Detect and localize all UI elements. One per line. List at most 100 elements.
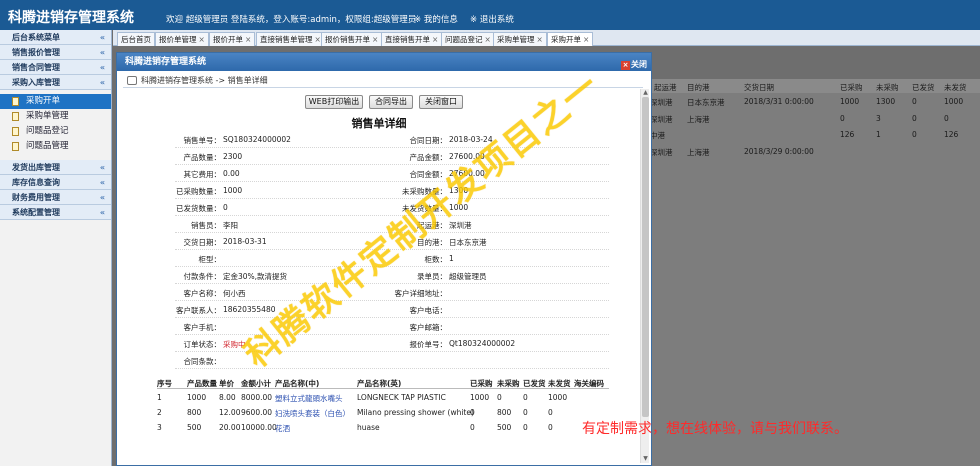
sidebar-section-backend[interactable]: 后台系统菜单 « — [0, 30, 111, 45]
table-cell: 8000.00 — [241, 393, 273, 402]
shipped-label: 已发货数量： — [176, 204, 221, 213]
table-cell: 10000.00 — [241, 423, 277, 432]
table-header-cell: 已发货 — [523, 379, 546, 388]
tab-quote-create[interactable]: 报价开单 × — [209, 32, 256, 46]
contract-export-button[interactable]: 合同导出 — [369, 95, 413, 109]
table-cell: 3 — [157, 423, 162, 432]
close-icon[interactable]: × — [485, 35, 491, 44]
table-header-cell: 起运港 — [654, 83, 677, 92]
close-window-button[interactable]: 关闭窗口 — [419, 95, 463, 109]
scroll-thumb[interactable] — [642, 97, 649, 417]
welcome-text: 欢迎 超级管理员 登陆系统，登入账号:admin，权限组:超级管理员 — [166, 15, 417, 25]
row-divider — [175, 181, 609, 182]
delivery-value: 2018-03-31 — [223, 237, 267, 246]
sidebar-item-purchase-manage[interactable]: 采购单管理 — [0, 109, 111, 124]
tab-quote-manage[interactable]: 报价单管理 × — [155, 32, 209, 46]
to-port-value: 日本东京港 — [449, 238, 487, 247]
sidebar-section-system[interactable]: 系统配置管理 « — [0, 205, 111, 220]
table-cell: 1000 — [470, 393, 490, 402]
sidebar-section-quote[interactable]: 销售报价管理 « — [0, 45, 111, 60]
order-no-label: 销售单号： — [183, 136, 222, 145]
table-header-cell: 产品数量 — [187, 379, 217, 388]
contract-date-label: 合同日期： — [409, 136, 448, 145]
mobile-label: 客户手机： — [183, 323, 222, 332]
tab-home[interactable]: 后台首页 — [117, 32, 155, 46]
container-type-label: 柜型： — [198, 255, 222, 264]
customer-address-label: 客户详细地址： — [394, 289, 448, 298]
modal-title: 科腾进销存管理系统 — [125, 57, 207, 67]
table-cell: 1000 — [187, 393, 207, 402]
modal-close-button[interactable]: × 关闭 — [621, 56, 647, 74]
qty-value: 2300 — [223, 152, 243, 161]
tab-purchase-create[interactable]: 采购开单 × — [547, 32, 594, 46]
tab-quote-sales-create[interactable]: 报价销售开单 × — [321, 32, 383, 46]
sidebar-section-shipping[interactable]: 发货出库管理 « — [0, 160, 111, 175]
sales-value: 李阳 — [223, 221, 238, 230]
contact-label: 客户联系人： — [176, 306, 221, 315]
web-print-button[interactable]: WEB打印输出 — [305, 95, 363, 109]
sidebar-section-purchase[interactable]: 采购入库管理 « — [0, 75, 111, 90]
order-no-value: SQ180324000002 — [223, 135, 291, 144]
purchased-label: 已采购数量： — [176, 187, 221, 196]
table-cell: 0 — [523, 393, 528, 402]
table-header-cell: 目的港 — [687, 83, 710, 92]
close-icon[interactable]: × — [245, 35, 251, 44]
phone-label: 客户电话： — [409, 306, 448, 315]
tab-direct-sales-create[interactable]: 直接销售开单 × — [381, 32, 443, 46]
table-cell: 3 — [876, 114, 881, 123]
scroll-up-icon[interactable]: ▲ — [641, 89, 650, 97]
document-icon — [12, 97, 19, 106]
chevron-left-icon: « — [99, 33, 105, 42]
logout-link[interactable]: ※ 退出系统 — [470, 13, 514, 25]
table-header-cell: 未采购 — [497, 379, 520, 388]
row-divider — [175, 283, 609, 284]
sidebar-section-finance[interactable]: 财务费用管理 « — [0, 190, 111, 205]
table-cell: huase — [357, 423, 380, 432]
table-row: 3 500 20.00 10000.00 花洒 huase 0 500 0 0 — [157, 421, 609, 434]
detail-table-header: 序号 产品数量 单价 金额小计 产品名称(中) 产品名称(英) 已采购 未采购 … — [157, 376, 609, 389]
close-icon[interactable]: × — [315, 35, 321, 44]
sidebar-section-inventory[interactable]: 库存信息查询 « — [0, 175, 111, 190]
modal-scrollbar[interactable]: ▲ ▼ — [640, 89, 649, 463]
tab-issue-register[interactable]: 问题品登记 × — [441, 32, 495, 46]
qty-label: 产品数量： — [183, 153, 222, 162]
table-cell: 126 — [944, 130, 959, 139]
other-fee-label: 其它费用： — [183, 170, 222, 179]
sidebar-section-contract[interactable]: 销售合同管理 « — [0, 60, 111, 75]
table-cell: 0 — [470, 423, 475, 432]
sidebar-item-issue-manage[interactable]: 问题品管理 — [0, 139, 111, 154]
product-link[interactable]: 塑料立式龍頭水嘴头 — [275, 393, 343, 404]
scroll-down-icon[interactable]: ▼ — [641, 455, 650, 463]
tab-bar: 后台首页 报价单管理 × 报价开单 × 直接销售单管理 × 报价销售开单 × 直接销售开… — [113, 30, 980, 46]
terms-label: 合同条款： — [183, 357, 222, 366]
product-link[interactable]: 妇洗喷头套装（白色） — [275, 408, 350, 419]
chevron-left-icon: « — [99, 63, 105, 72]
close-icon[interactable]: × — [372, 35, 378, 44]
document-icon — [12, 127, 19, 136]
tab-direct-sales-manage[interactable]: 直接销售单管理 × — [256, 32, 325, 46]
table-cell: 0 — [944, 114, 949, 123]
table-cell: 800 — [497, 408, 512, 417]
close-icon[interactable]: × — [432, 35, 438, 44]
purchased-value: 1000 — [223, 186, 243, 195]
table-header-cell: 海关编码 — [574, 379, 604, 388]
row-divider — [175, 351, 609, 352]
folder-icon — [127, 76, 137, 85]
close-icon[interactable]: × — [537, 35, 543, 44]
product-link[interactable]: 花洒 — [275, 423, 290, 434]
status-label: 订单状态： — [183, 340, 222, 349]
tab-purchase-manage[interactable]: 采购单管理 × — [493, 32, 547, 46]
table-cell: 126 — [840, 130, 855, 139]
document-icon — [12, 112, 19, 121]
my-info-link[interactable]: ※ 我的信息 — [414, 13, 458, 25]
sidebar-item-purchase-order[interactable]: 采购开单 — [0, 94, 111, 109]
sidebar-item-issue-register[interactable]: 问题品登记 — [0, 124, 111, 139]
entry-value: 超级管理员 — [449, 272, 487, 281]
close-icon[interactable]: × — [583, 35, 589, 44]
table-cell: 0 — [548, 408, 553, 417]
table-header-cell: 产品名称(中) — [275, 379, 320, 388]
close-icon: × — [621, 61, 630, 70]
table-cell: 0 — [840, 114, 845, 123]
close-icon[interactable]: × — [199, 35, 205, 44]
row-divider — [175, 317, 609, 318]
